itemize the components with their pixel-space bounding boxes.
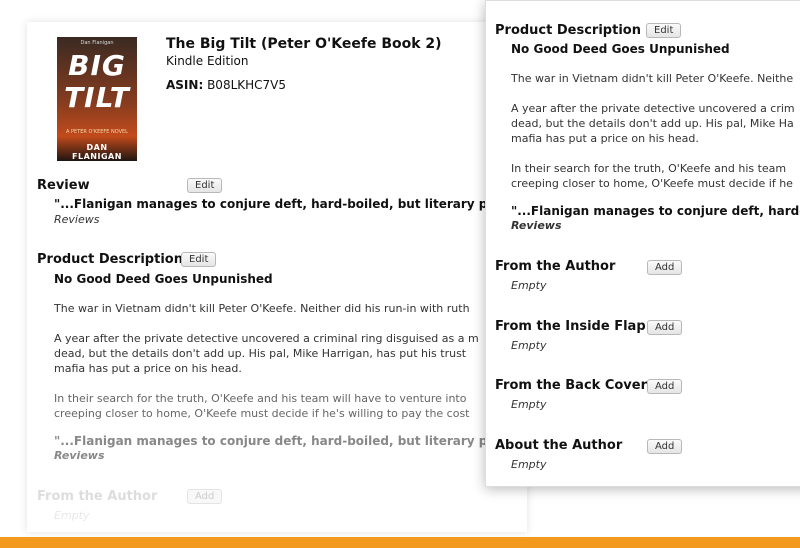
review-quote: "...Flanigan manages to conjure deft, ha… bbox=[54, 197, 517, 211]
asin-value: B08LKHC7V5 bbox=[207, 78, 287, 92]
back-cover-empty: Empty bbox=[511, 398, 547, 411]
back-cover-add-button[interactable]: Add bbox=[647, 379, 683, 394]
front-paragraph-1: The war in Vietnam didn't kill Peter O'K… bbox=[511, 72, 794, 85]
inside-flap-add-button[interactable]: Add bbox=[647, 320, 683, 335]
description-headline-front: No Good Deed Goes Unpunished bbox=[511, 42, 730, 56]
product-description-heading-front: Product Description bbox=[495, 23, 641, 38]
review-edit-button[interactable]: Edit bbox=[187, 178, 223, 193]
back-cover-heading: From the Back Cover bbox=[495, 378, 648, 393]
asin-label: ASIN: bbox=[166, 78, 204, 92]
from-author-empty-back: Empty bbox=[54, 509, 90, 522]
about-author-add-button[interactable]: Add bbox=[647, 439, 683, 454]
description-paragraph-3-line-2: creeping closer to home, O'Keefe must de… bbox=[54, 407, 470, 420]
accent-bar bbox=[0, 537, 800, 548]
book-details-panel-front: Product Description Edit No Good Deed Go… bbox=[485, 0, 800, 487]
description-paragraph-3-line-1: In their search for the truth, O'Keefe a… bbox=[54, 392, 467, 405]
description-paragraph-2-line-3: mafia has put a price on his head. bbox=[54, 362, 242, 375]
review-source: Reviews bbox=[54, 213, 100, 226]
product-description-edit-button-front[interactable]: Edit bbox=[646, 23, 682, 38]
from-author-heading: From the Author bbox=[495, 259, 616, 274]
from-author-empty: Empty bbox=[511, 279, 547, 292]
description-paragraph-2-line-1: A year after the private detective uncov… bbox=[54, 332, 479, 345]
description-paragraph-1: The war in Vietnam didn't kill Peter O'K… bbox=[54, 302, 470, 315]
asin-row: ASIN: B08LKHC7V5 bbox=[166, 78, 286, 92]
about-author-empty: Empty bbox=[511, 458, 547, 471]
description-headline: No Good Deed Goes Unpunished bbox=[54, 272, 273, 286]
front-quote-source: Reviews bbox=[511, 219, 562, 232]
description-quote: "...Flanigan manages to conjure deft, ha… bbox=[54, 434, 517, 448]
inside-flap-heading: From the Inside Flap bbox=[495, 319, 646, 334]
inside-flap-empty: Empty bbox=[511, 339, 547, 352]
front-paragraph-2-line-2: dead, but the details don't add up. His … bbox=[511, 117, 794, 130]
description-quote-source: Reviews bbox=[54, 449, 105, 462]
book-edition: Kindle Edition bbox=[166, 54, 249, 68]
front-paragraph-3-line-2: creeping closer to home, O'Keefe must de… bbox=[511, 177, 793, 190]
front-quote: "...Flanigan manages to conjure deft, ha… bbox=[511, 204, 800, 218]
about-author-heading: About the Author bbox=[495, 438, 623, 453]
front-paragraph-2-line-3: mafia has put a price on his head. bbox=[511, 132, 699, 145]
book-title: The Big Tilt (Peter O'Keefe Book 2) bbox=[166, 36, 442, 52]
product-description-edit-button[interactable]: Edit bbox=[181, 252, 217, 267]
from-author-heading-back: From the Author bbox=[37, 489, 158, 504]
front-paragraph-2-line-1: A year after the private detective uncov… bbox=[511, 102, 795, 115]
product-description-heading: Product Description bbox=[37, 252, 183, 267]
from-author-add-button[interactable]: Add bbox=[647, 260, 683, 275]
from-author-add-button-back[interactable]: Add bbox=[187, 489, 223, 504]
review-heading: Review bbox=[37, 178, 90, 193]
front-paragraph-3-line-1: In their search for the truth, O'Keefe a… bbox=[511, 162, 787, 175]
description-paragraph-2-line-2: dead, but the details don't add up. His … bbox=[54, 347, 467, 360]
